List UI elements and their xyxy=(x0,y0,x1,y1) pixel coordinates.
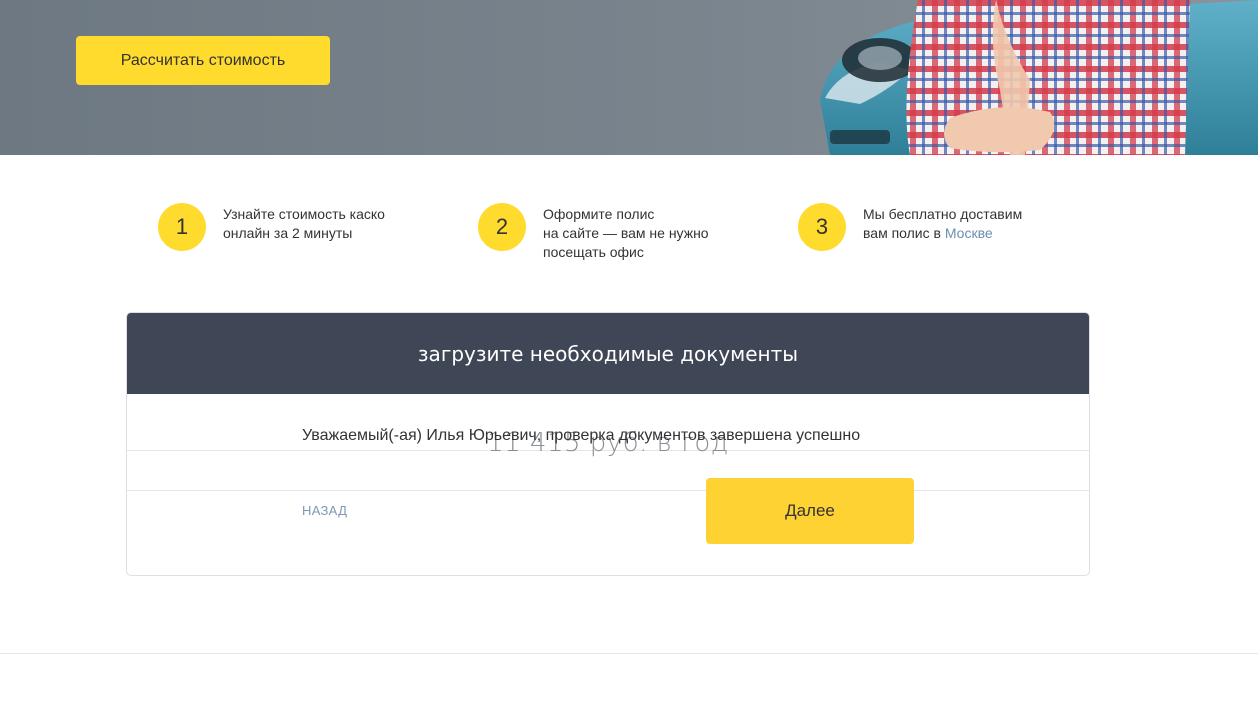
documents-card: загрузите необходимые документы 11 415 р… xyxy=(126,312,1090,576)
calculate-cost-button[interactable]: Рассчитать стоимость xyxy=(76,36,330,85)
footer-divider xyxy=(0,653,1258,654)
step-line: Оформите полис xyxy=(543,206,655,222)
step-line: посещать офис xyxy=(543,244,644,260)
hero-banner: Рассчитать стоимость xyxy=(0,0,1258,155)
city-link[interactable]: Москве xyxy=(945,225,993,241)
step-line: вам полис в Москве xyxy=(863,224,1073,243)
step-line: Мы бесплатно доставим xyxy=(863,206,1023,222)
status-message: Уважаемый(-ая) Илья Юрьевич, проверка до… xyxy=(302,427,861,444)
step-number: 1 xyxy=(158,203,206,251)
divider xyxy=(127,490,1089,491)
next-button[interactable]: Далее xyxy=(706,478,914,544)
step-description: Мы бесплатно доставим вам полис в Москве xyxy=(863,205,1073,243)
step-line: онлайн за 2 минуты xyxy=(223,225,353,241)
back-link[interactable]: НАЗАД xyxy=(302,503,347,518)
card-title: загрузите необходимые документы xyxy=(127,313,1089,394)
hero-photo-car-and-person xyxy=(820,0,1258,155)
step-description: Оформите полис на сайте — вам не нужно п… xyxy=(543,205,753,262)
step-number: 2 xyxy=(478,203,526,251)
step-line-text: вам полис в xyxy=(863,225,945,241)
step-line: на сайте — вам не нужно xyxy=(543,225,709,241)
step-line: Узнайте стоимость каско xyxy=(223,206,385,222)
step-number: 3 xyxy=(798,203,846,251)
step-description: Узнайте стоимость каско онлайн за 2 мину… xyxy=(223,205,433,243)
